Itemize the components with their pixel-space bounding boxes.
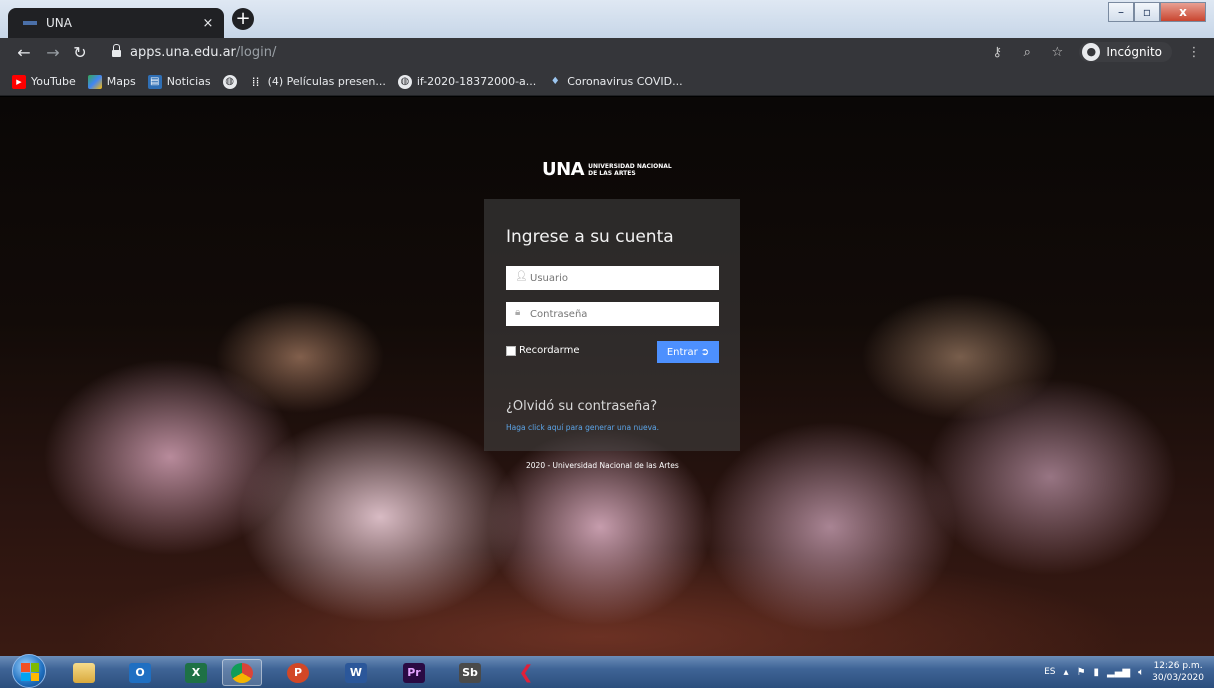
signal-icon[interactable]: ▂▄▆: [1107, 667, 1130, 678]
forward-icon[interactable]: →: [43, 43, 63, 63]
globe-icon: ◍: [222, 74, 237, 89]
browser-titlebar: UNA × + – ▫ x: [0, 0, 1214, 38]
page-footer: 2020 - Universidad Nacional de las Artes: [526, 461, 679, 470]
taskbar-app[interactable]: ❮: [506, 659, 546, 686]
chevron-left-icon: ❮: [518, 662, 534, 683]
una-favicon-icon: [22, 15, 38, 31]
outlook-icon: O: [129, 662, 151, 683]
bookmark-maps[interactable]: Maps: [87, 74, 136, 89]
lock-icon: 🔒︎: [515, 307, 521, 318]
bookmarks-bar: ▶ YouTube Maps ▤ Noticias ◍ ⁞⁞ (4) Película…: [0, 68, 1214, 96]
forgot-title: ¿Olvidó su contraseña?: [506, 399, 658, 414]
bookmark-globe[interactable]: ◍: [222, 74, 237, 89]
bookmark-noticias[interactable]: ▤ Noticias: [147, 74, 211, 89]
reload-icon[interactable]: ↻: [70, 43, 90, 63]
remember-me[interactable]: Recordarme: [506, 345, 580, 356]
login-button[interactable]: Entrar ➲: [657, 341, 719, 363]
dots-icon: ⁞⁞: [251, 74, 260, 89]
drop-icon: ♦: [550, 76, 560, 87]
zoom-icon[interactable]: ⌕: [1019, 45, 1035, 60]
tab-title: UNA: [46, 16, 72, 30]
clock[interactable]: 12:26 p.m. 30/03/2020: [1152, 660, 1204, 684]
windows-logo-icon: [21, 663, 39, 681]
user-icon: 👤︎: [515, 271, 528, 282]
start-button[interactable]: [12, 654, 46, 688]
tray-up-arrow-icon[interactable]: ▴: [1064, 667, 1069, 678]
back-icon[interactable]: ←: [14, 43, 34, 63]
tab-una[interactable]: UNA ×: [8, 8, 224, 38]
system-tray: ES ▴ ⚑ ▮ ▂▄▆ 🔈︎ 12:26 p.m. 30/03/2020: [1044, 656, 1204, 688]
key-icon[interactable]: ⚷: [989, 45, 1005, 60]
folder-icon: [73, 662, 95, 683]
youtube-icon: ▶: [12, 74, 26, 89]
close-window-button[interactable]: x: [1160, 2, 1206, 22]
maps-icon: [87, 74, 102, 89]
login-card: Ingrese a su cuenta 👤︎ 🔒︎ Recordarme Ent…: [484, 199, 740, 451]
browser-toolbar: ← → ↻ apps.una.edu.ar/login/ ⚷ ⌕ ☆ ● Inc…: [0, 38, 1214, 68]
bookmark-peliculas[interactable]: ⁞⁞ (4) Películas presen...: [249, 75, 386, 89]
taskbar-powerpoint[interactable]: P: [278, 659, 318, 686]
star-icon[interactable]: ☆: [1049, 45, 1065, 60]
excel-icon: X: [185, 662, 207, 683]
password-input[interactable]: [506, 302, 719, 326]
bookmark-if-2020[interactable]: ◍ if-2020-18372000-a...: [397, 74, 536, 89]
taskbar-outlook[interactable]: O: [120, 659, 160, 686]
arrow-circle-icon: ➲: [700, 346, 710, 358]
network-error-icon[interactable]: ⚑: [1077, 667, 1086, 678]
una-logo: UNA UNIVERSIDAD NACIONAL DE LAS ARTES: [542, 159, 672, 180]
taskbar-premiere[interactable]: Pr: [394, 659, 434, 686]
incognito-label: Incógnito: [1106, 45, 1162, 59]
bookmark-coronavirus[interactable]: ♦ Coronavirus COVID...: [548, 75, 683, 89]
login-page: UNA UNIVERSIDAD NACIONAL DE LAS ARTES Ing…: [0, 97, 1214, 656]
toolbar-actions: ⚷ ⌕ ☆ ● Incógnito ⋮: [989, 42, 1202, 62]
username-input[interactable]: [506, 266, 719, 290]
minimize-button[interactable]: –: [1108, 2, 1134, 22]
premiere-icon: Pr: [403, 662, 425, 683]
windows-taskbar: O X P W Pr Sb ❮ ES ▴ ⚑ ▮ ▂▄▆ 🔈︎ 12:26 p.…: [0, 654, 1214, 688]
tab-close-icon[interactable]: ×: [198, 16, 218, 31]
volume-icon[interactable]: 🔈︎: [1138, 667, 1144, 678]
taskbar-word[interactable]: W: [336, 659, 376, 686]
address-bar[interactable]: apps.una.edu.ar/login/: [100, 41, 1000, 65]
incognito-icon: ●: [1082, 43, 1101, 61]
lock-icon: [112, 44, 121, 58]
forgot-password-link[interactable]: Haga click aquí para generar una nueva.: [506, 423, 659, 432]
news-icon: ▤: [147, 74, 162, 89]
battery-icon[interactable]: ▮: [1094, 667, 1100, 678]
globe-icon: ◍: [397, 74, 412, 89]
window-controls: – ▫ x: [1108, 2, 1206, 22]
taskbar-explorer[interactable]: [64, 659, 104, 686]
url-text: apps.una.edu.ar/login/: [130, 45, 277, 60]
powerpoint-icon: P: [287, 662, 309, 683]
taskbar-excel[interactable]: X: [176, 659, 216, 686]
new-tab-button[interactable]: +: [232, 8, 254, 30]
menu-icon[interactable]: ⋮: [1186, 45, 1202, 60]
maximize-button[interactable]: ▫: [1134, 2, 1160, 22]
taskbar-chrome[interactable]: [222, 659, 262, 686]
storyboard-icon: Sb: [459, 662, 481, 683]
word-icon: W: [345, 662, 367, 683]
incognito-badge[interactable]: ● Incógnito: [1079, 42, 1172, 62]
remember-label: Recordarme: [519, 345, 580, 356]
bookmark-youtube[interactable]: ▶ YouTube: [12, 74, 76, 89]
remember-checkbox[interactable]: [506, 345, 516, 356]
chrome-icon: [231, 662, 253, 683]
language-indicator[interactable]: ES: [1044, 667, 1055, 677]
login-title: Ingrese a su cuenta: [506, 227, 674, 247]
taskbar-storyboard[interactable]: Sb: [450, 659, 490, 686]
